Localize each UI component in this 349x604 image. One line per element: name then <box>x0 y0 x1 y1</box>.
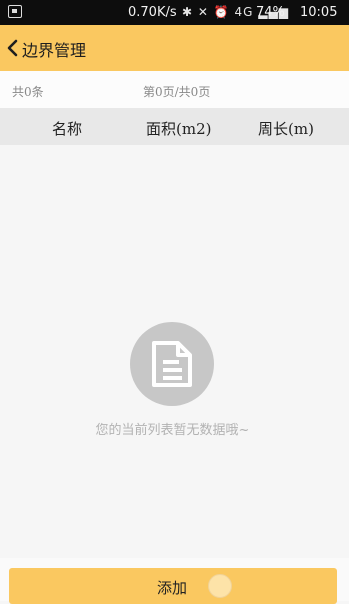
top-nav-bar: 边界管理 <box>0 25 349 71</box>
status-bar: 0.70K/s ✱ ✕ ⏰ 4G ▂▄▆ 74% 10:05 <box>0 0 349 25</box>
clock: 10:05 <box>300 5 338 20</box>
screenshot-icon <box>8 5 22 18</box>
table-header: 名称 面积(m2) 周长(m) <box>0 108 349 145</box>
bottom-action-bar: 添加 <box>0 558 349 604</box>
column-header-name: 名称 <box>52 120 83 138</box>
column-header-area: 面积(m2) <box>146 120 212 138</box>
list-info-bar: 共0条 第0页/共0页 <box>0 71 349 108</box>
battery-level: 74% <box>256 5 285 20</box>
network-speed: 0.70K/s <box>128 5 177 20</box>
total-count: 共0条 <box>12 85 44 99</box>
page-title: 边界管理 <box>22 41 87 60</box>
empty-state-message: 您的当前列表暂无数据哦~ <box>95 423 250 438</box>
touch-indicator <box>208 574 232 598</box>
add-button[interactable]: 添加 <box>9 568 337 604</box>
pagination-text: 第0页/共0页 <box>143 85 211 99</box>
empty-list-icon <box>130 322 214 406</box>
add-button-label: 添加 <box>157 579 188 597</box>
column-header-perimeter: 周长(m) <box>258 120 314 138</box>
back-arrow-icon[interactable] <box>6 39 20 57</box>
document-icon <box>152 341 192 387</box>
